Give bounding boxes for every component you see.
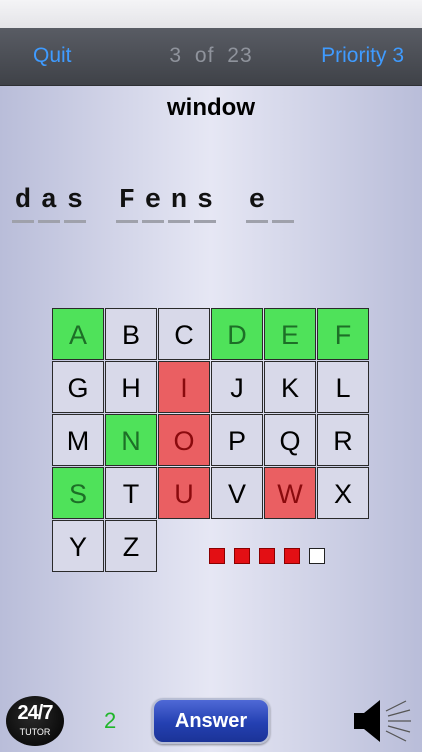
letter-tile-l[interactable]: L — [317, 361, 369, 413]
letter-tile-t[interactable]: T — [105, 467, 157, 519]
letter-tile-c[interactable]: C — [158, 308, 210, 360]
letter-tile-e[interactable]: E — [264, 308, 316, 360]
counter-of-label: of — [194, 44, 215, 67]
letter-tile-p[interactable]: P — [211, 414, 263, 466]
letter-tile-h[interactable]: H — [105, 361, 157, 413]
prompt-word: window — [167, 94, 255, 121]
letter-tile-a[interactable]: A — [52, 308, 104, 360]
answer-slot: a — [38, 186, 60, 223]
letter-tile-j[interactable]: J — [211, 361, 263, 413]
answer-slot: d — [12, 186, 34, 223]
answer-slot — [90, 186, 112, 223]
life-remaining-marker — [309, 548, 325, 564]
letter-tile-z[interactable]: Z — [105, 520, 157, 572]
letter-tile-w[interactable]: W — [264, 467, 316, 519]
answer-slot — [272, 186, 294, 223]
letter-tile-y[interactable]: Y — [52, 520, 104, 572]
letter-tile-f[interactable]: F — [317, 308, 369, 360]
answer-slot: e — [246, 186, 268, 223]
letter-tile-g[interactable]: G — [52, 361, 104, 413]
letter-tile-n[interactable]: N — [105, 414, 157, 466]
answer-slot: n — [168, 186, 190, 223]
letter-tile-d[interactable]: D — [211, 308, 263, 360]
navigation-bar: Quit 3 of 23 Priority 3 — [0, 28, 422, 86]
answer-slot: F — [116, 186, 138, 223]
letter-tile-q[interactable]: Q — [264, 414, 316, 466]
score-count: 2 — [104, 708, 117, 733]
answer-slot: s — [64, 186, 86, 223]
life-used-marker — [259, 548, 275, 564]
speaker-icon[interactable] — [350, 695, 412, 747]
answer-slot: e — [142, 186, 164, 223]
letter-tile-x[interactable]: X — [317, 467, 369, 519]
tutor-logo: 24/7 TUTOR — [6, 696, 64, 746]
current-question: 3 — [169, 44, 183, 67]
letter-tile-r[interactable]: R — [317, 414, 369, 466]
priority-button[interactable]: Priority 3 — [321, 44, 404, 68]
letter-tile-b[interactable]: B — [105, 308, 157, 360]
letter-tile-u[interactable]: U — [158, 467, 210, 519]
letter-tile-m[interactable]: M — [52, 414, 104, 466]
logo-text-bottom: TUTOR — [19, 727, 51, 737]
life-used-marker — [284, 548, 300, 564]
logo-text-top: 24/7 — [17, 702, 54, 724]
letter-tile-i[interactable]: I — [158, 361, 210, 413]
letter-tile-s[interactable]: S — [52, 467, 104, 519]
total-questions: 23 — [227, 44, 253, 67]
letter-tile-v[interactable]: V — [211, 467, 263, 519]
life-used-marker — [209, 548, 225, 564]
letter-tile-k[interactable]: K — [264, 361, 316, 413]
answer-button[interactable]: Answer — [152, 698, 270, 744]
status-bar — [0, 0, 422, 28]
answer-slot — [220, 186, 242, 223]
answer-slot: s — [194, 186, 216, 223]
letter-tile-o[interactable]: O — [158, 414, 210, 466]
life-used-marker — [234, 548, 250, 564]
